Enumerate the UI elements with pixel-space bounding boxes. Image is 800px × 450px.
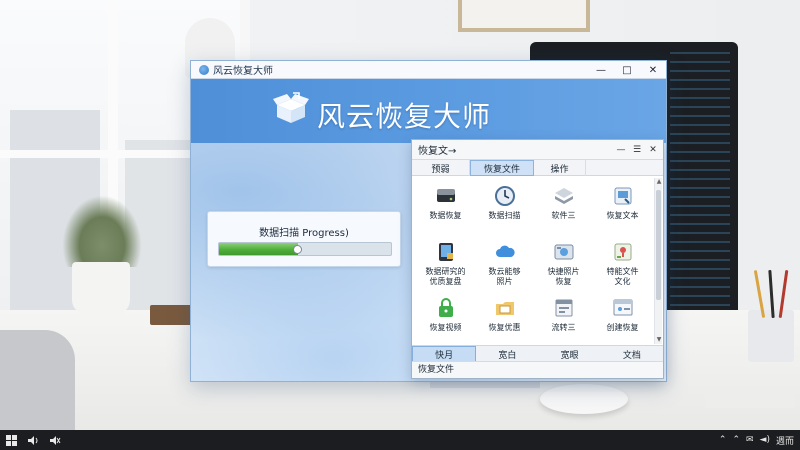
tab-label: 预弱 <box>431 164 450 175</box>
cloud-icon <box>493 240 517 264</box>
recovery-window-controls: — ☰ ✕ <box>613 140 661 160</box>
bottom-tab-label: 文档 <box>622 350 641 361</box>
disk-icon <box>434 184 458 208</box>
camera-icon <box>552 240 576 264</box>
taskbar: ⌃ ⌃ ✉ ◄) 週而 <box>0 430 800 450</box>
plant-pot <box>72 262 130 314</box>
volume-icon[interactable]: ◄) <box>760 435 770 445</box>
scan-progress-label: 数据扫描 Progress) <box>259 228 349 239</box>
app-logo-icon <box>199 64 209 75</box>
bottom-tab-2[interactable]: 宽白 <box>476 346 538 362</box>
recovery-status-bar: 恢复文件 <box>412 361 663 378</box>
grid-item-cloud-photos[interactable]: 数云能够 照片 <box>475 234 534 290</box>
chevron-up-icon[interactable]: ⌃ <box>719 435 727 445</box>
progress-handle[interactable] <box>293 245 303 254</box>
minimize-button[interactable]: — <box>588 61 614 79</box>
scan-progress-bar <box>218 242 392 256</box>
folder-icon <box>493 296 517 320</box>
grid-item-software[interactable]: 软件三 <box>534 178 593 234</box>
recovery-window: 恢复文→ — ☰ ✕ 预弱 恢复文件 操作 数据恢复 数据扫描 软件三 恢复文本… <box>411 139 664 379</box>
grid-item-recover-video[interactable]: 恢复视频 <box>416 290 475 346</box>
scan-progress-fill <box>219 243 299 255</box>
plant <box>62 195 142 267</box>
recovery-scrollbar[interactable]: ▲ ▼ <box>654 178 662 344</box>
grid-item-label: 快捷照片 恢复 <box>547 267 580 286</box>
app-banner: 风云恢复大师 <box>191 79 666 143</box>
tab-label: 操作 <box>550 164 569 175</box>
clock-icon <box>493 184 517 208</box>
grid-item-data-scan[interactable]: 数据扫描 <box>475 178 534 234</box>
monitor-code <box>670 52 730 322</box>
layers-icon <box>552 184 576 208</box>
map-icon <box>611 240 635 264</box>
wall-frame <box>458 0 590 32</box>
grid-item-data-recovery[interactable]: 数据恢复 <box>416 178 475 234</box>
grid-item-quick-photo[interactable]: 快捷照片 恢复 <box>534 234 593 290</box>
window-icon <box>552 296 576 320</box>
mouse <box>540 384 628 414</box>
tray-text[interactable]: 週而 <box>776 434 794 447</box>
grid-item-label: 数云能够 照片 <box>488 267 521 286</box>
grid-item-label: 数据扫描 <box>488 211 521 220</box>
bottom-tab-4[interactable]: 文档 <box>601 346 663 362</box>
app-title: 风云恢复大师 <box>213 66 273 77</box>
grid-item-special-files[interactable]: 特能文件 文化 <box>593 234 652 290</box>
close-button[interactable]: ✕ <box>640 61 666 79</box>
recovery-title: 恢复文→ <box>418 146 457 157</box>
grid-item-flow[interactable]: 流转三 <box>534 290 593 346</box>
recovery-close-button[interactable]: ✕ <box>645 140 661 160</box>
window-controls: — □ ✕ <box>588 61 666 79</box>
bottom-tab-label: 宽白 <box>498 350 517 361</box>
document-icon <box>611 184 635 208</box>
grid-item-label: 软件三 <box>551 211 576 220</box>
book <box>150 305 192 325</box>
recovery-tabs: 预弱 恢复文件 操作 <box>412 160 663 176</box>
maximize-button[interactable]: □ <box>614 61 640 79</box>
tab-label: 恢复文件 <box>483 164 520 175</box>
grid-item-recover-text[interactable]: 恢复文本 <box>593 178 652 234</box>
bottom-tab-3[interactable]: 宽眼 <box>539 346 601 362</box>
browser-icon <box>611 296 635 320</box>
bottom-tab-label: 快月 <box>435 350 454 361</box>
grid-item-label: 创建恢复 <box>606 323 639 332</box>
grid-item-data-research[interactable]: 数据研究的 优质复盘 <box>416 234 475 290</box>
grid-item-label: 恢复优惠 <box>488 323 521 332</box>
app-titlebar[interactable]: 风云恢复大师 — □ ✕ <box>191 61 666 79</box>
chair <box>0 330 75 430</box>
chevron-up-icon[interactable]: ⌃ <box>732 435 740 445</box>
tab-operations[interactable]: 操作 <box>534 160 586 176</box>
grid-item-label: 流转三 <box>551 323 576 332</box>
open-box-icon <box>273 92 309 123</box>
notepad <box>705 386 795 408</box>
bottom-tab-label: 宽眼 <box>560 350 579 361</box>
scroll-down-icon[interactable]: ▼ <box>655 336 663 344</box>
scroll-thumb[interactable] <box>656 190 661 300</box>
scroll-up-icon[interactable]: ▲ <box>655 178 663 186</box>
recovery-titlebar[interactable]: 恢复文→ — ☰ ✕ <box>412 140 663 160</box>
recovery-bottom-tabs: 快月 宽白 宽眼 文档 <box>412 345 663 362</box>
bottom-tab-1[interactable]: 快月 <box>412 346 477 362</box>
grid-item-recover-offers[interactable]: 恢复优惠 <box>475 290 534 346</box>
banner-title: 风云恢复大师 <box>317 100 492 133</box>
recovery-minimize-button[interactable]: — <box>613 140 629 160</box>
system-tray: ⌃ ⌃ ✉ ◄) 週而 <box>719 430 794 450</box>
speaker-icon[interactable] <box>22 430 44 450</box>
speaker-muted-icon[interactable] <box>44 430 66 450</box>
tab-recover-files[interactable]: 恢复文件 <box>470 160 534 176</box>
grid-item-label: 数据研究的 优质复盘 <box>425 267 466 286</box>
tablet-icon <box>434 240 458 264</box>
grid-item-label: 数据恢复 <box>429 211 462 220</box>
taskbar-left <box>0 430 66 450</box>
grid-item-create-recovery[interactable]: 创建恢复 <box>593 290 652 346</box>
grid-item-label: 恢复视频 <box>429 323 462 332</box>
windows-icon[interactable] <box>0 430 22 450</box>
lock-icon <box>434 296 458 320</box>
tab-preview[interactable]: 预弱 <box>412 160 470 176</box>
recovery-menu-button[interactable]: ☰ <box>629 140 645 160</box>
grid-item-label: 特能文件 文化 <box>606 267 639 286</box>
scan-progress-card: 数据扫描 Progress) <box>207 211 401 267</box>
message-icon[interactable]: ✉ <box>746 435 754 445</box>
recovery-feature-grid: 数据恢复 数据扫描 软件三 恢复文本 数据研究的 优质复盘 数云能够 照片 快捷… <box>416 178 652 344</box>
grid-item-label: 恢复文本 <box>606 211 639 220</box>
